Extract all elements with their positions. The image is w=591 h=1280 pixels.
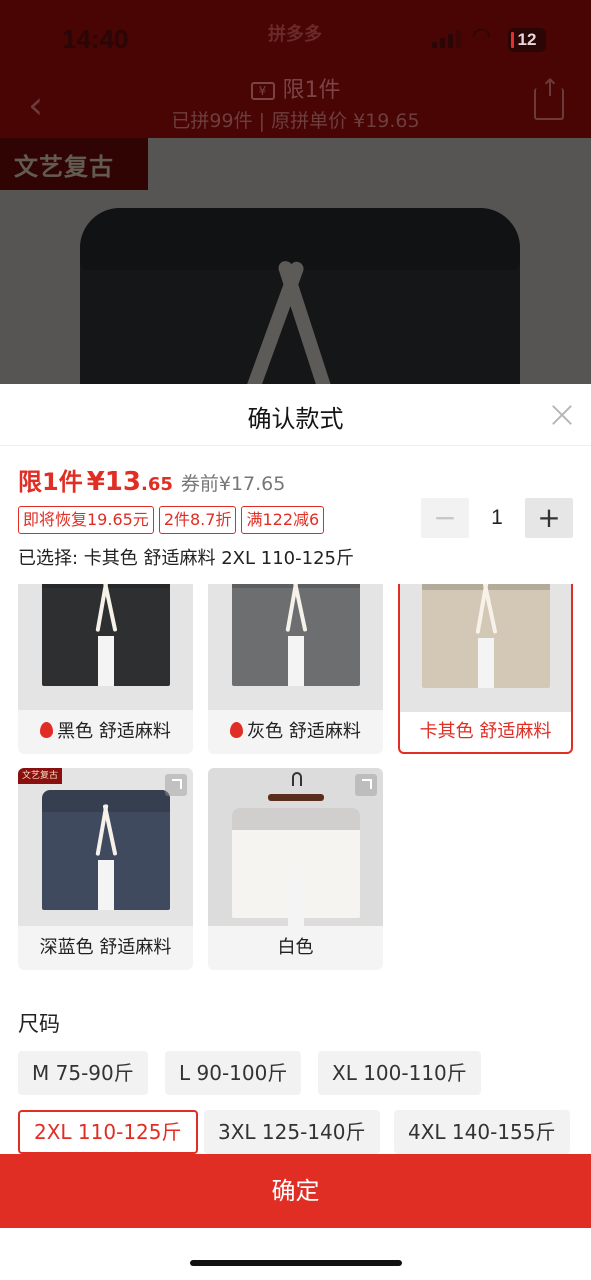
color-label: 灰色 舒适麻料 (247, 721, 361, 742)
header-subtitle: 已拼99件 | 原拼单价 ¥19.65 (171, 110, 420, 132)
status-app-name: 拼多多 (268, 24, 322, 45)
product-thumbnail (208, 768, 383, 926)
price-row: 限1件 ¥13.65 券前¥17.65 (18, 462, 285, 497)
color-label: 卡其色 舒适麻料 (419, 721, 552, 742)
size-option-4xl[interactable]: 4XL 140-155斤 (394, 1110, 570, 1154)
quantity-value[interactable]: 1 (469, 506, 525, 530)
home-indicator[interactable] (190, 1260, 402, 1266)
size-option-2xl[interactable]: 2XL 110-125斤 (18, 1110, 198, 1154)
hot-icon (40, 722, 54, 738)
size-option-xl[interactable]: XL 100-110斤 (318, 1051, 481, 1095)
promo-tag: 即将恢复19.65元 (18, 506, 154, 534)
quantity-stepper: − 1 + (421, 498, 573, 538)
header-title: ¥ 限1件 (0, 72, 591, 104)
close-icon[interactable] (549, 402, 575, 428)
color-option-navy[interactable]: 文艺复古 深蓝色 舒适麻料 (18, 768, 193, 970)
sold-count: 已拼99件 (171, 110, 253, 132)
color-options: 黑色 舒适麻料 灰色 舒适麻料 卡其色 舒适麻料 文艺复古 深蓝色 舒适麻料 白… (0, 584, 591, 974)
color-label: 深蓝色 舒适麻料 (39, 937, 172, 958)
shop-logo-mini: 文艺复古 (18, 768, 62, 784)
color-label: 白色 (277, 937, 314, 958)
promo-tag: 2件8.7折 (158, 506, 237, 534)
sheet-title: 确认款式 (247, 405, 344, 433)
product-thumbnail (208, 584, 383, 710)
increase-button[interactable]: + (525, 498, 573, 538)
status-bar: 14:40 拼多多 ◠ 12 (0, 0, 591, 70)
hanger-icon (268, 772, 324, 806)
price-before-coupon: 券前¥17.65 (180, 473, 286, 495)
selected-summary: 已选择: 卡其色 舒适麻料 2XL 110-125斤 (18, 548, 354, 569)
sheet-header: 确认款式 (0, 384, 591, 446)
signal-icon (432, 30, 462, 48)
background-product-page: 文艺复古 14:40 拼多多 ◠ 12 ‹ ¥限1件 已拼99件 | 原拼单价 … (0, 0, 591, 384)
color-option-white[interactable]: 白色 (208, 768, 383, 970)
price-limit-label: 限1件 (18, 468, 83, 496)
size-section-title: 尺码 (18, 1012, 60, 1036)
price-integer: ¥13 (86, 467, 141, 497)
wifi-icon: ◠ (472, 24, 492, 49)
color-option-gray[interactable]: 灰色 舒适麻料 (208, 584, 383, 754)
price-decimal: .65 (140, 474, 173, 495)
confirm-button[interactable]: 确定 (0, 1154, 591, 1228)
color-option-khaki[interactable]: 卡其色 舒适麻料 (398, 584, 573, 754)
color-option-black[interactable]: 黑色 舒适麻料 (18, 584, 193, 754)
product-thumbnail: 文艺复古 (18, 768, 193, 926)
expand-icon[interactable] (165, 774, 187, 796)
promo-tags: 即将恢复19.65元 2件8.7折 满122减6 (18, 506, 325, 534)
coupon-icon: ¥ (250, 82, 275, 100)
style-selection-sheet: 确认款式 限1件 ¥13.65 券前¥17.65 即将恢复19.65元 2件8.7折… (0, 384, 591, 1280)
hot-icon (230, 722, 244, 738)
share-icon[interactable] (534, 74, 564, 120)
header-title-text: 限1件 (282, 78, 341, 103)
product-thumbnail (400, 584, 571, 712)
size-option-3xl[interactable]: 3XL 125-140斤 (204, 1110, 380, 1154)
size-option-m[interactable]: M 75-90斤 (18, 1051, 148, 1095)
battery-icon: 12 (508, 28, 546, 52)
size-option-l[interactable]: L 90-100斤 (165, 1051, 302, 1095)
promo-tag: 满122减6 (241, 506, 325, 534)
original-price: 原拼单价 ¥19.65 (271, 110, 420, 132)
color-label: 黑色 舒适麻料 (57, 721, 171, 742)
product-thumbnail (18, 584, 193, 710)
status-time: 14:40 (62, 24, 129, 54)
decrease-button[interactable]: − (421, 498, 469, 538)
expand-icon[interactable] (355, 774, 377, 796)
